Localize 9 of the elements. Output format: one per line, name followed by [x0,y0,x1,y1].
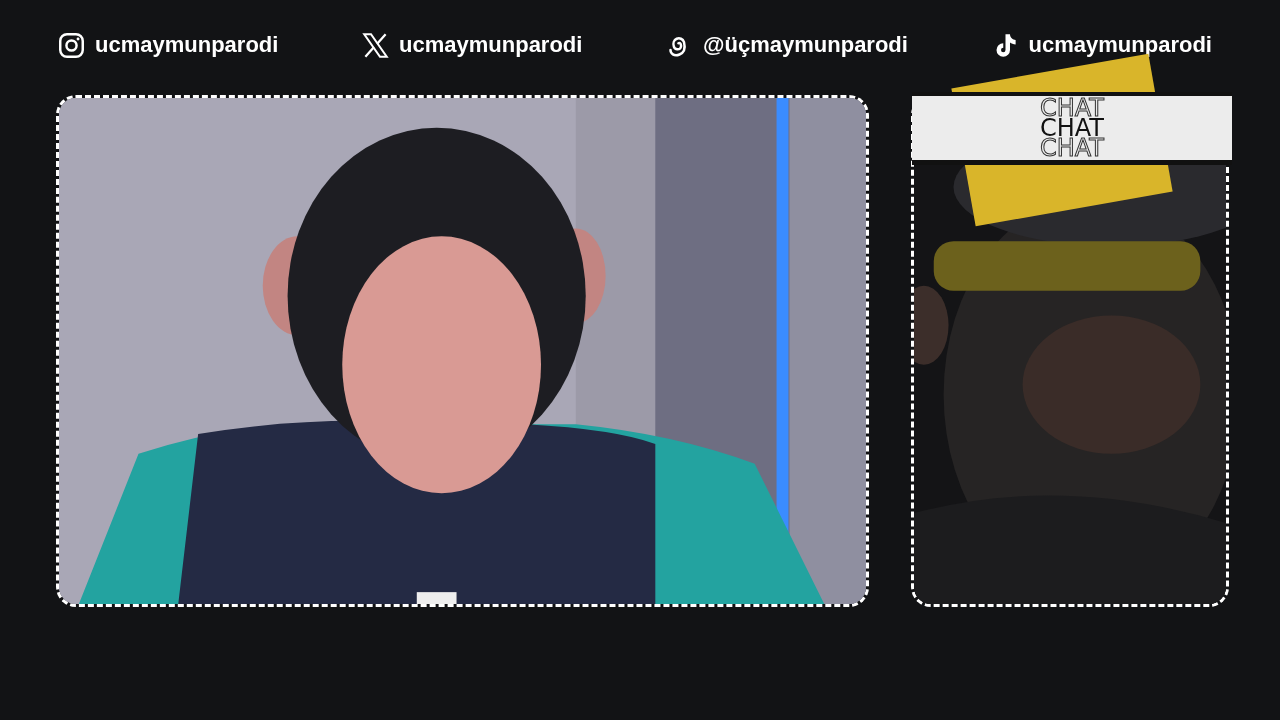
social-handle[interactable]: ucmaymunparodi [1028,32,1212,58]
camera-icon [58,31,85,59]
chat-title: CHAT [1040,118,1104,138]
social-handle[interactable]: ucmaymunparodi [95,32,279,58]
x-mark-icon [362,31,390,59]
chat-title: CHAT [1040,138,1104,158]
social-handle[interactable]: ucmaymunparodi [399,32,583,58]
chat-title: CHAT [1040,98,1104,118]
social-handle[interactable]: @üçmaymunparodi [703,32,908,58]
